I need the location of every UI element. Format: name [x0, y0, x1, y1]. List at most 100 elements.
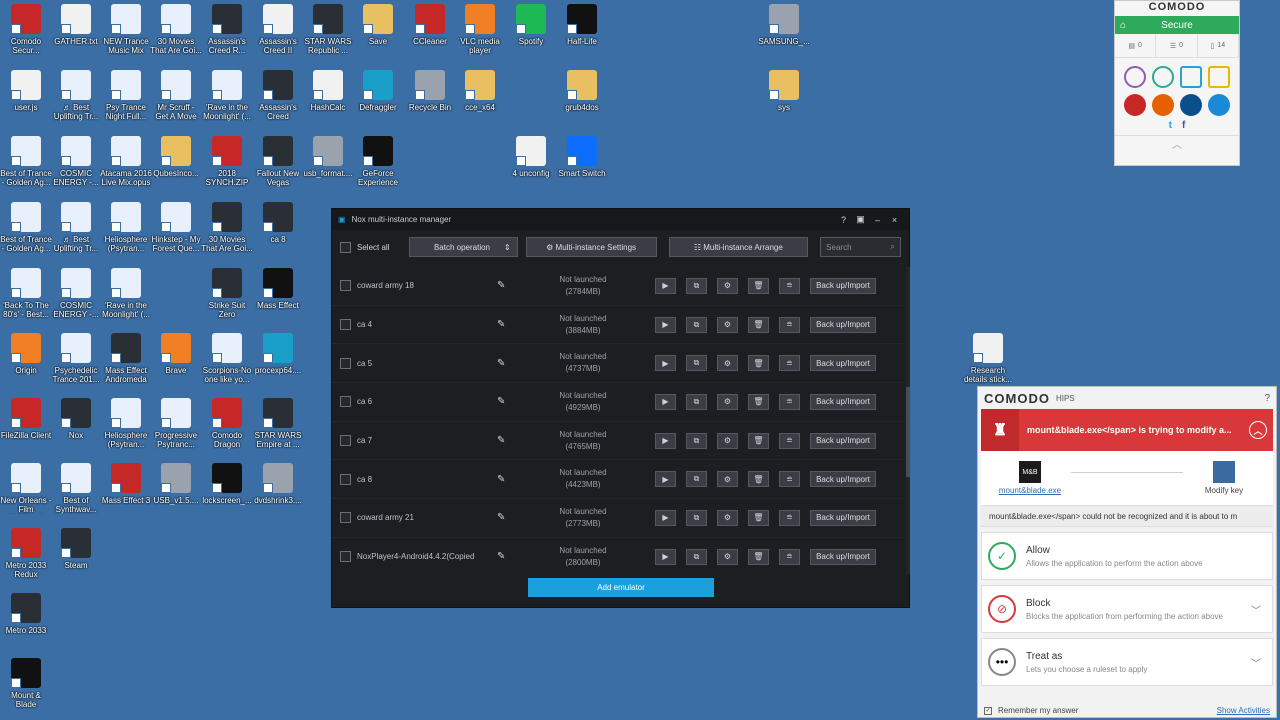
desktop-icon[interactable]: Nox [50, 398, 102, 440]
desktop-icon[interactable]: dvdshrink3.... [252, 463, 304, 505]
desktop-icon[interactable]: USB_v1.5.... [150, 463, 202, 505]
desktop-icon[interactable]: STAR WARS Republic ... [302, 4, 354, 55]
add-emulator-button[interactable]: Add emulator [528, 578, 714, 597]
desktop-icon[interactable]: sys [758, 70, 810, 112]
gear-icon[interactable]: ⚙ [717, 393, 738, 410]
desktop-icon[interactable]: Mr Scruff - Get A Move On... [150, 70, 202, 121]
edit-icon[interactable]: ✎ [497, 474, 521, 485]
show-activities-link[interactable]: Show Activities [1217, 706, 1270, 715]
desktop-icon[interactable]: FileZilla Client [0, 398, 52, 440]
play-icon[interactable]: ▶ [655, 509, 676, 526]
desktop-icon[interactable]: Psychedelic Trance 201... [50, 333, 102, 384]
shortcut-icon[interactable]: ⧉ [686, 393, 707, 410]
clone-icon[interactable]: ≘ [779, 316, 800, 333]
desktop-icon[interactable]: Metro 2033 [0, 593, 52, 635]
instance-checkbox[interactable] [340, 473, 351, 485]
clone-icon[interactable]: ≘ [779, 471, 800, 488]
search-icon[interactable]: ⌕ [891, 242, 895, 252]
edit-icon[interactable]: ✎ [497, 396, 521, 407]
facebook-icon[interactable]: f [1182, 120, 1185, 131]
minimize-button[interactable]: – [869, 215, 886, 225]
desktop-icon[interactable]: Research details stick... [962, 333, 1014, 384]
desktop-icon[interactable]: 'Rave in the Moonlight' (... [100, 268, 152, 319]
batch-operation-dropdown[interactable]: Batch operation ⇕ [408, 237, 518, 257]
play-icon[interactable]: ▶ [655, 316, 676, 333]
refresh-icon[interactable] [1152, 66, 1174, 88]
backup-import-button[interactable]: Back up/Import [810, 277, 876, 294]
edit-icon[interactable]: ✎ [497, 435, 521, 446]
shortcut-icon[interactable]: ⧉ [686, 509, 707, 526]
desktop-icon[interactable]: GATHER.txt [50, 4, 102, 46]
instance-row[interactable]: ca 7 ✎ Not launched (4765MB) ▶ ⧉ ⚙ 🗑 ≘ Back up/Im… [332, 422, 905, 461]
gear-icon[interactable]: ⚙ [717, 509, 738, 526]
firefox-icon[interactable] [1152, 94, 1174, 116]
help-icon[interactable]: ? [835, 215, 852, 225]
desktop-icon[interactable]: COSMIC ENERGY -... [50, 136, 102, 187]
shortcut-icon[interactable]: ⧉ [686, 432, 707, 449]
play-icon[interactable]: ▶ [655, 393, 676, 410]
folder-icon[interactable]: ▣ [852, 214, 869, 225]
instance-checkbox[interactable] [340, 319, 351, 331]
trash-icon[interactable]: 🗑 [748, 316, 769, 333]
desktop-icon[interactable]: 'Back To The 80's' - Best... [0, 268, 52, 319]
desktop-icon[interactable]: Psy Trance Night Full... [100, 70, 152, 121]
chevron-up-icon[interactable]: ︿ [1115, 135, 1239, 151]
desktop-icon[interactable]: grub4dos [556, 70, 608, 112]
chevron-down-icon[interactable]: ﹀ [1246, 655, 1266, 670]
backup-import-button[interactable]: Back up/Import [810, 509, 876, 526]
desktop-icon[interactable]: CCleaner [404, 4, 456, 46]
clone-icon[interactable]: ≘ [779, 355, 800, 372]
globe-icon[interactable] [1124, 66, 1146, 88]
desktop-icon[interactable]: Atacama 2016 Live Mix.opus [100, 136, 152, 187]
desktop-icon[interactable]: usb_format.... [302, 136, 354, 178]
scrollbar-thumb[interactable] [906, 387, 910, 477]
shortcut-icon[interactable]: ⧉ [686, 277, 707, 294]
trash-icon[interactable]: 🗑 [748, 393, 769, 410]
desktop-icon[interactable]: lockscreen_... [201, 463, 253, 505]
instance-row[interactable]: ca 6 ✎ Not launched (4929MB) ▶ ⧉ ⚙ 🗑 ≘ Back up/Im… [332, 383, 905, 422]
clone-icon[interactable]: ≘ [779, 432, 800, 449]
edit-icon[interactable]: ✎ [497, 358, 521, 369]
treat-as-option[interactable]: ••• Treat as Lets you choose a ruleset to… [981, 638, 1273, 686]
processes-count[interactable]: ☰ 0 [1156, 34, 1198, 57]
multi-instance-settings-button[interactable]: ⚙ Multi-instance Settings [525, 237, 657, 257]
remember-checkbox[interactable]: ✓ [984, 706, 992, 715]
desktop-icon[interactable]: Save [352, 4, 404, 46]
desktop-icon[interactable]: Best of Trance - Golden Ag... [0, 136, 52, 187]
sandbox-icon[interactable] [1180, 66, 1202, 88]
desktop-icon[interactable]: Steam [50, 528, 102, 570]
shortcut-icon[interactable]: ⧉ [686, 471, 707, 488]
desktop-icon[interactable]: Scorpions-No one like yo... [201, 333, 253, 384]
desktop-icon[interactable]: Heliosphere (Psytran... [100, 398, 152, 449]
instance-checkbox[interactable] [340, 280, 351, 292]
trash-icon[interactable]: 🗑 [748, 277, 769, 294]
chevron-down-icon[interactable]: ﹀ [1246, 602, 1266, 617]
desktop-icon[interactable]: STAR WARS Empire at ... [252, 398, 304, 449]
search-input[interactable]: Search [826, 243, 890, 252]
ie-icon[interactable] [1208, 94, 1230, 116]
desktop-icon[interactable]: cce_x64 [454, 70, 506, 112]
desktop-icon[interactable]: New Orleans - Film 1947.mp3 [0, 463, 52, 514]
help-button[interactable]: ? [1264, 393, 1270, 404]
play-icon[interactable]: ▶ [655, 471, 676, 488]
desktop-icon[interactable]: Hinkstep - My Forest Que... [150, 202, 202, 253]
desktop-icon[interactable]: HashCalc [302, 70, 354, 112]
desktop-icon[interactable]: SAMSUNG_... [758, 4, 810, 46]
instance-checkbox[interactable] [340, 396, 351, 408]
dragon-icon[interactable] [1124, 94, 1146, 116]
desktop-icon[interactable]: Defraggler [352, 70, 404, 112]
home-icon[interactable]: ⌂ [1120, 20, 1126, 31]
search-box[interactable]: Search ⌕ [820, 237, 901, 257]
desktop-icon[interactable]: Best of Synthwav... [50, 463, 102, 514]
desktop-icon[interactable]: Half-Life [556, 4, 608, 46]
desktop-icon[interactable]: COSMIC ENERGY -... [50, 268, 102, 319]
gear-icon[interactable]: ⚙ [717, 277, 738, 294]
desktop-icon[interactable]: 30 Movies That Are Goi... [150, 4, 202, 55]
play-icon[interactable]: ▶ [655, 355, 676, 372]
desktop-icon[interactable]: GeForce Experience [352, 136, 404, 187]
block-option[interactable]: ⊘ Block Blocks the application from perfo… [981, 585, 1273, 633]
app-link[interactable]: mount&blade.exe [999, 486, 1061, 495]
desktop-icon[interactable]: Mass Effect Andromeda [100, 333, 152, 384]
trash-icon[interactable]: 🗑 [748, 471, 769, 488]
clone-icon[interactable]: ≘ [779, 277, 800, 294]
